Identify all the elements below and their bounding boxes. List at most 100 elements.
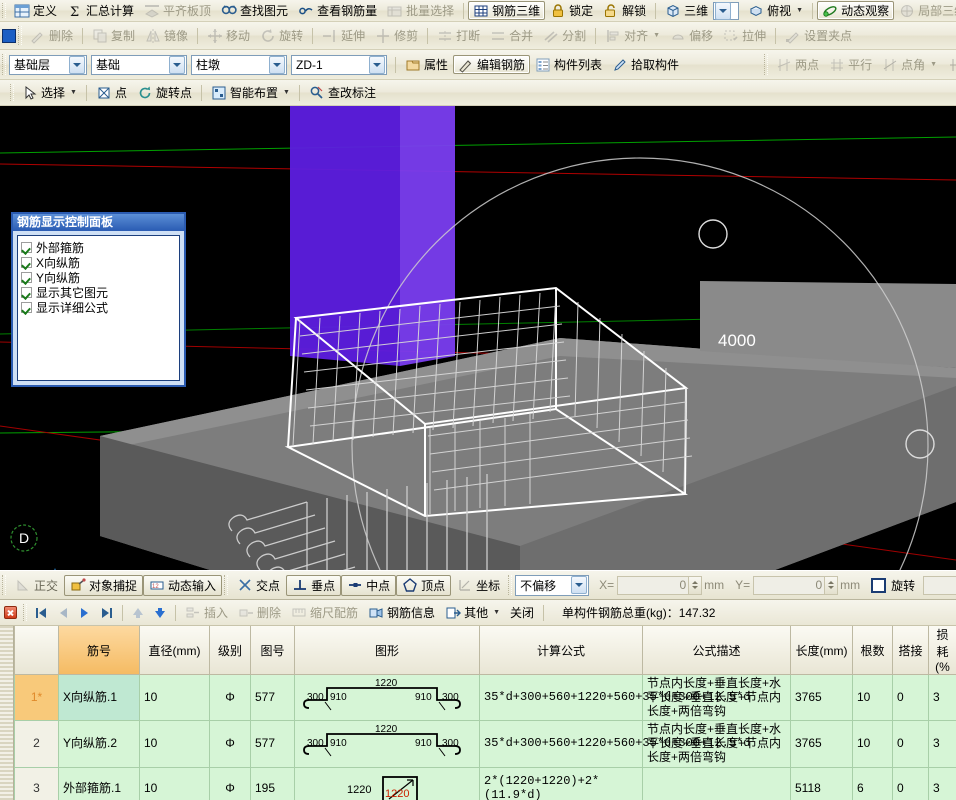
draw-button-select[interactable]: 选择 ▼: [17, 83, 82, 102]
grid-cell-rownum[interactable]: 2: [14, 720, 59, 768]
snap-vertex[interactable]: 顶点: [396, 574, 452, 596]
grid-cell-lap[interactable]: 0: [892, 766, 929, 800]
draw-button-smart-layout[interactable]: 智能布置 ▼: [206, 83, 295, 102]
grid-cell-length[interactable]: 3765: [790, 720, 853, 768]
edit-button-merge[interactable]: 合并: [485, 26, 538, 45]
grid-cell-formula[interactable]: 35*d+300+560+1220+560+35*d+300+12.5*d: [479, 673, 750, 722]
grid-cell-loss[interactable]: 3: [928, 673, 956, 722]
grid-cell-shape[interactable]: 300 910 1220 910 300: [294, 720, 480, 768]
grid-header-loss[interactable]: 损耗(%: [928, 626, 956, 675]
rebar-panel-item-y-longitudinal[interactable]: Y向纵筋: [21, 270, 176, 285]
checkbox-icon[interactable]: [21, 287, 32, 298]
x-coordinate-input[interactable]: 0: [617, 575, 690, 595]
edit-button-break[interactable]: 打断: [432, 26, 485, 45]
move-up-button[interactable]: [127, 603, 149, 623]
grid-cell-description[interactable]: 节点内长度+垂直长度+水平长度+垂直长度+节点内长度+两倍弯钩: [642, 673, 791, 722]
toolbar-grip[interactable]: [764, 54, 769, 75]
component-type-combo[interactable]: 柱墩: [191, 54, 287, 75]
component-list-button[interactable]: 构件列表: [530, 55, 607, 74]
grid-cell-rebar-no[interactable]: 外部箍筋.1: [58, 766, 140, 800]
last-record-button[interactable]: [96, 603, 118, 623]
grid-cell-figure-no[interactable]: 577: [250, 720, 295, 768]
chevron-down-icon[interactable]: ▼: [653, 32, 660, 39]
grid-row-gutter[interactable]: [0, 626, 14, 800]
offset-combo[interactable]: 不偏移: [515, 574, 590, 596]
grid-header-length[interactable]: 长度(mm): [790, 626, 853, 675]
grid-cell-count[interactable]: 10: [852, 673, 893, 722]
property-button[interactable]: 属性: [400, 55, 453, 74]
toolbar-button-define[interactable]: 定义: [9, 1, 62, 20]
chevron-down-icon[interactable]: ▼: [283, 89, 290, 96]
first-record-button[interactable]: [30, 603, 52, 623]
grid-cell-length[interactable]: 5118: [790, 766, 853, 800]
grid-cell-figure-no[interactable]: 195: [250, 766, 295, 800]
toolbar-grip[interactable]: [10, 83, 14, 102]
edit-button-extend[interactable]: 延伸: [317, 26, 370, 45]
checkbox-icon[interactable]: [21, 257, 32, 268]
grid-cell-grade[interactable]: Φ: [209, 720, 251, 768]
grid-header-grade[interactable]: 级别: [209, 626, 251, 675]
grid-cell-loss[interactable]: 3: [928, 720, 956, 768]
axis-button-point-angle[interactable]: 点角 ▼: [877, 55, 942, 74]
grid-cell-lap[interactable]: 0: [892, 673, 929, 722]
grid-cell-length[interactable]: 3765: [790, 673, 853, 722]
grid-header-rebar-no[interactable]: 筋号: [58, 626, 140, 675]
chevron-down-icon[interactable]: [715, 1, 732, 20]
grid-header-shape[interactable]: 图形: [294, 626, 480, 675]
chevron-down-icon[interactable]: ▼: [796, 7, 803, 14]
toggle-ortho[interactable]: 正交: [9, 575, 64, 596]
statusbar-grip[interactable]: [2, 575, 6, 595]
toolbar-button-top-view[interactable]: 俯视 ▼: [743, 1, 808, 20]
rebar-display-control-panel[interactable]: 钢筋显示控制面板 外部箍筋 X向纵筋 Y向纵筋 显示其它图元 显示详细公式: [11, 212, 186, 387]
next-record-button[interactable]: [74, 603, 96, 623]
grid-cell-diameter[interactable]: 10: [139, 673, 210, 722]
grid-cell-description[interactable]: 节点内长度+垂直长度+水平长度+垂直长度+节点内长度+两倍弯钩: [642, 720, 791, 768]
checkbox-icon[interactable]: [21, 272, 32, 283]
category-combo[interactable]: 基础: [91, 54, 187, 75]
checkbox-icon[interactable]: [21, 242, 32, 253]
move-down-button[interactable]: [149, 603, 171, 623]
chevron-down-icon[interactable]: ▼: [930, 61, 937, 68]
axis-button-three-point-axis[interactable]: 三点辅轴 ▼: [942, 55, 956, 74]
grid-cell-rebar-no[interactable]: X向纵筋.1: [58, 673, 140, 722]
toggle-dynamic-input[interactable]: 12 动态输入: [143, 574, 223, 596]
rebar-delete-row-button[interactable]: 删除: [233, 603, 286, 622]
component-combo[interactable]: ZD-1: [291, 54, 387, 75]
grid-cell-description[interactable]: [642, 766, 791, 800]
rebar-close-button[interactable]: 关闭: [505, 603, 539, 622]
grid-header-lap[interactable]: 搭接: [892, 626, 929, 675]
y-coordinate-input[interactable]: 0: [753, 575, 826, 595]
chevron-down-icon[interactable]: [369, 55, 385, 74]
edit-button-copy[interactable]: 复制: [87, 26, 140, 45]
rebar-panel-item-show-detail-formula[interactable]: 显示详细公式: [21, 300, 176, 315]
edit-button-align[interactable]: 对齐 ▼: [600, 26, 665, 45]
view-mode-combo[interactable]: [713, 1, 740, 20]
prev-record-button[interactable]: [52, 603, 74, 623]
toolbar-button-view-rebar-qty[interactable]: 查看钢筋量: [293, 1, 382, 20]
table-row[interactable]: 1* X向纵筋.1 10 Φ 577 300 910 1220 910 300 …: [14, 673, 956, 722]
grid-header-figure-no[interactable]: 图号: [250, 626, 295, 675]
chevron-down-icon[interactable]: [169, 55, 185, 74]
pick-component-button[interactable]: 拾取构件: [607, 55, 684, 74]
edit-button-stretch[interactable]: 拉伸: [718, 26, 771, 45]
snap-coordinate[interactable]: 坐标: [451, 575, 506, 596]
edit-button-rotate[interactable]: 旋转: [255, 26, 308, 45]
toolbar-button-lock[interactable]: 锁定: [545, 1, 598, 20]
chevron-down-icon[interactable]: ▼: [493, 609, 500, 616]
grid-cell-count[interactable]: 6: [852, 766, 893, 800]
edit-button-move[interactable]: 移动: [202, 26, 255, 45]
edit-button-mirror[interactable]: 镜像: [140, 26, 193, 45]
grid-header-rownum[interactable]: [14, 626, 59, 675]
draw-button-check-annotation[interactable]: 查改标注: [304, 83, 381, 102]
rotate-checkbox[interactable]: [871, 577, 887, 593]
statusbar-grip[interactable]: [224, 575, 229, 595]
toolbar-button-find-element[interactable]: 查找图元: [216, 1, 293, 20]
grid-header-formula[interactable]: 计算公式: [479, 626, 643, 675]
statusbar-grip[interactable]: [508, 575, 513, 595]
chevron-down-icon[interactable]: [269, 55, 285, 74]
toolbar-button-align-slab[interactable]: 平齐板顶: [139, 1, 216, 20]
y-coordinate-spinner[interactable]: [825, 575, 839, 595]
grid-cell-shape[interactable]: 1220 1220: [294, 766, 480, 800]
edit-button-delete[interactable]: 删除: [25, 26, 78, 45]
toolbar-grip[interactable]: [2, 54, 6, 75]
